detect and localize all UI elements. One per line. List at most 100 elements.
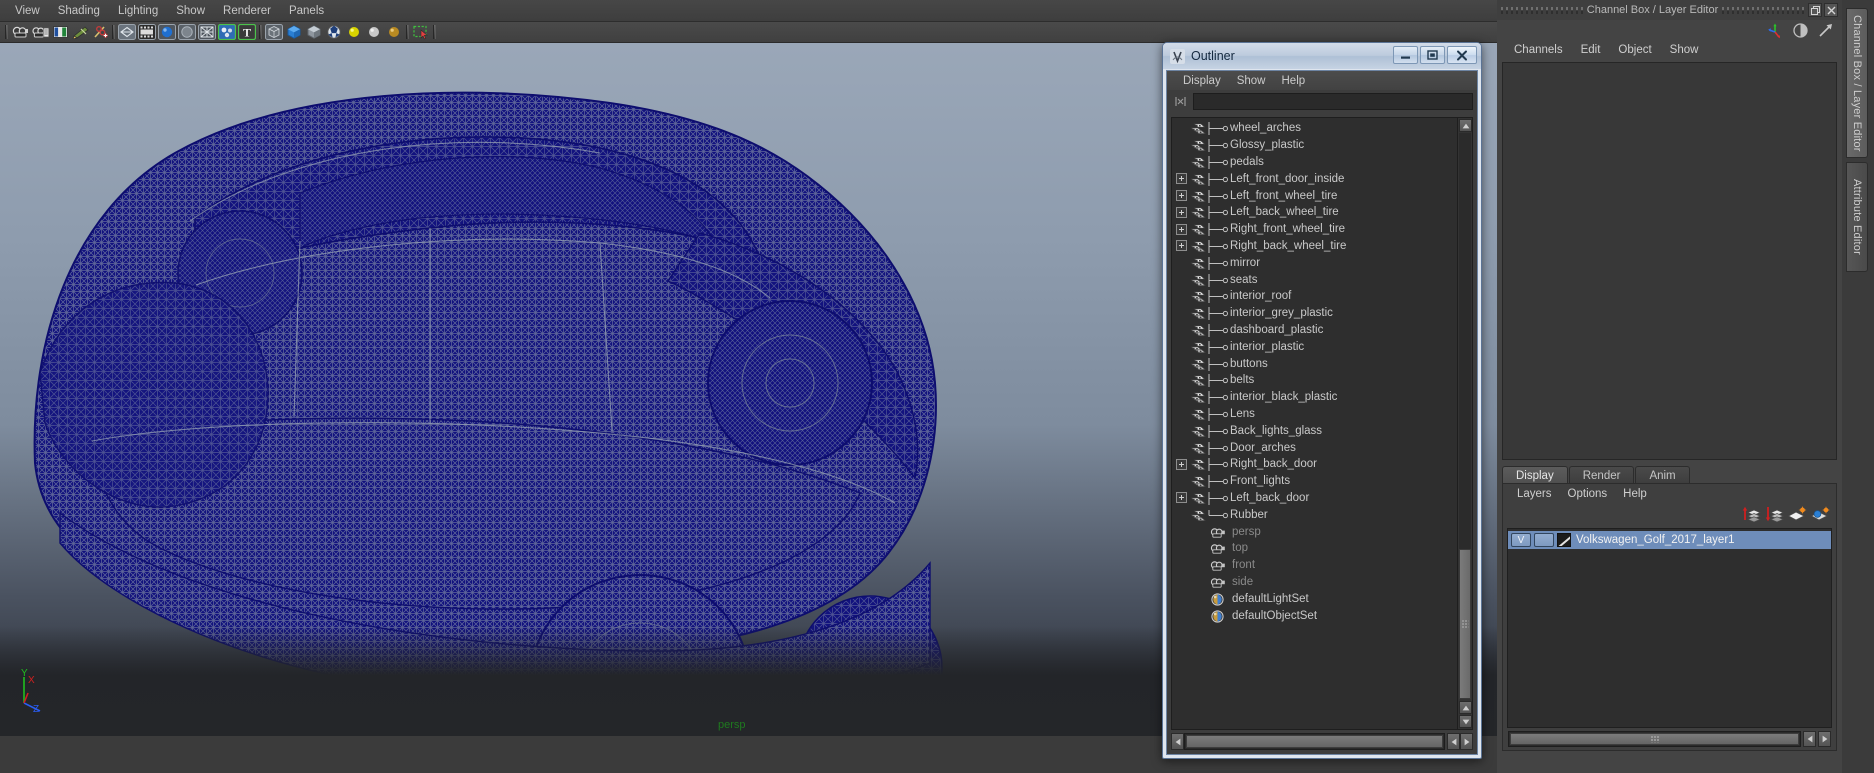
layer-hscroll-track[interactable] [1508,731,1801,747]
outliner-item-interior_grey_plastic[interactable]: interior_grey_plastic [1172,305,1457,322]
menu-panels[interactable]: Panels [280,3,333,19]
panel-drag-handle-right[interactable] [1722,6,1804,14]
outliner-item-back_lights_glass[interactable]: Back_lights_glass [1172,422,1457,439]
hscroll-step-right[interactable] [1460,733,1473,750]
grease-pencil-icon[interactable] [71,23,89,41]
outliner-vertical-scrollbar[interactable] [1458,117,1473,730]
ik-handle-icon[interactable] [91,23,109,41]
new-layer-icon[interactable] [1787,506,1807,522]
outliner-item-belts[interactable]: belts [1172,372,1457,389]
shaded-cube-icon[interactable] [285,23,303,41]
light-white-icon[interactable] [365,23,383,41]
wireframe-on-shaded-icon[interactable] [198,23,216,41]
light-yellow-icon[interactable] [345,23,363,41]
texture-icon[interactable] [218,23,236,41]
outliner-menu-display[interactable]: Display [1175,74,1229,88]
smooth-shade-film-icon[interactable] [138,23,156,41]
outliner-title-bar[interactable]: Outliner [1163,43,1481,69]
layer-display-type-swatch[interactable] [1557,533,1571,547]
layer-visibility-toggle[interactable]: V [1511,533,1531,547]
wireframe-icon[interactable] [118,23,136,41]
scroll-up-arrow-secondary[interactable] [1459,701,1472,714]
panel-restore-button[interactable] [1808,3,1822,17]
outliner-item-right_back_door[interactable]: Right_back_door [1172,456,1457,473]
outliner-item-top[interactable]: top [1172,540,1457,557]
all-lights-icon[interactable] [325,23,343,41]
hscroll-track[interactable] [1184,733,1445,750]
vtab-attribute-editor[interactable]: Attribute Editor [1846,162,1868,272]
hscroll-thumb[interactable] [1186,735,1443,748]
select-camera-icon[interactable] [11,23,29,41]
shaded-sphere-icon[interactable] [158,23,176,41]
layer-menu-layers[interactable]: Layers [1509,487,1560,501]
half-circle-icon[interactable] [1792,22,1809,39]
outliner-item-left_back_door[interactable]: Left_back_door [1172,490,1457,507]
scroll-up-arrow[interactable] [1459,119,1472,132]
arrow-icon[interactable] [1817,22,1834,39]
tab-display[interactable]: Display [1502,466,1568,483]
outliner-item-right_back_wheel_tire[interactable]: Right_back_wheel_tire [1172,238,1457,255]
hscroll-left-arrow[interactable] [1171,733,1184,750]
tab-render[interactable]: Render [1568,466,1635,483]
layer-menu-options[interactable]: Options [1560,487,1616,501]
expand-plus-icon[interactable] [1176,206,1187,218]
outliner-item-interior_plastic[interactable]: interior_plastic [1172,338,1457,355]
outliner-item-right_front_wheel_tire[interactable]: Right_front_wheel_tire [1172,221,1457,238]
select-marquee-icon[interactable] [412,23,430,41]
expand-plus-icon[interactable] [1176,492,1187,504]
xray-box-icon[interactable] [265,23,283,41]
expand-plus-icon[interactable] [1176,223,1187,235]
minimize-button[interactable] [1393,46,1418,64]
scrollbar-thumb[interactable] [1459,549,1471,699]
cb-menu-edit[interactable]: Edit [1572,43,1610,57]
maximize-button[interactable] [1420,46,1445,64]
expand-selection-icon[interactable] [1173,94,1188,109]
outliner-item-defaultlightset[interactable]: defaultLightSet [1172,590,1457,607]
bookmark-icon[interactable] [51,23,69,41]
outliner-search-input[interactable] [1193,93,1473,110]
panel-drag-handle-left[interactable] [1501,6,1583,14]
layer-list-horizontal-scrollbar[interactable] [1508,731,1831,747]
outliner-item-left_front_door_inside[interactable]: Left_front_door_inside [1172,170,1457,187]
outliner-item-pedals[interactable]: pedals [1172,154,1457,171]
outliner-item-buttons[interactable]: buttons [1172,355,1457,372]
outliner-menu-help[interactable]: Help [1274,74,1314,88]
menu-lighting[interactable]: Lighting [109,3,167,19]
outliner-menu-show[interactable]: Show [1229,74,1274,88]
tab-anim[interactable]: Anim [1635,466,1690,483]
text-display-icon[interactable]: T [238,23,256,41]
expand-plus-icon[interactable] [1176,458,1187,470]
cb-menu-show[interactable]: Show [1661,43,1708,57]
layer-hscroll-thumb[interactable] [1510,733,1799,745]
outliner-window[interactable]: Outliner Display Show Help wheel_arches … [1162,42,1482,759]
light-amber-icon[interactable] [385,23,403,41]
menu-show[interactable]: Show [167,3,214,19]
outliner-item-wheel_arches[interactable]: wheel_arches [1172,120,1457,137]
cb-menu-channels[interactable]: Channels [1505,43,1572,57]
display-layer-list[interactable]: V Volkswagen_Golf_2017_layer1 [1507,528,1832,728]
default-light-cube-icon[interactable] [305,23,323,41]
scroll-down-arrow[interactable] [1459,715,1472,728]
layer-hscroll-left[interactable] [1803,731,1816,747]
outliner-item-persp[interactable]: persp [1172,523,1457,540]
layer-name[interactable]: Volkswagen_Golf_2017_layer1 [1576,534,1735,546]
outliner-item-left_back_wheel_tire[interactable]: Left_back_wheel_tire [1172,204,1457,221]
close-button[interactable] [1447,46,1477,64]
outliner-item-rubber[interactable]: Rubber [1172,506,1457,523]
outliner-item-front_lights[interactable]: Front_lights [1172,473,1457,490]
expand-plus-icon[interactable] [1176,190,1187,202]
outliner-item-interior_black_plastic[interactable]: interior_black_plastic [1172,389,1457,406]
layer-hscroll-right[interactable] [1818,731,1831,747]
outliner-item-defaultobjectset[interactable]: defaultObjectSet [1172,607,1457,624]
move-layer-up-icon[interactable] [1742,506,1761,523]
outliner-tree-list[interactable]: wheel_arches Glossy_plastic pedals Left_fro… [1171,117,1458,730]
hscroll-step-left[interactable] [1447,733,1460,750]
outliner-item-seats[interactable]: seats [1172,271,1457,288]
expand-plus-icon[interactable] [1176,173,1187,185]
vtab-channel-box-layer-editor[interactable]: Channel Box / Layer Editor [1846,8,1868,158]
menu-view[interactable]: View [6,3,49,19]
channel-box-attribute-area[interactable] [1502,62,1837,460]
menu-shading[interactable]: Shading [49,3,109,19]
outliner-item-door_arches[interactable]: Door_arches [1172,439,1457,456]
panel-close-button[interactable] [1824,3,1838,17]
